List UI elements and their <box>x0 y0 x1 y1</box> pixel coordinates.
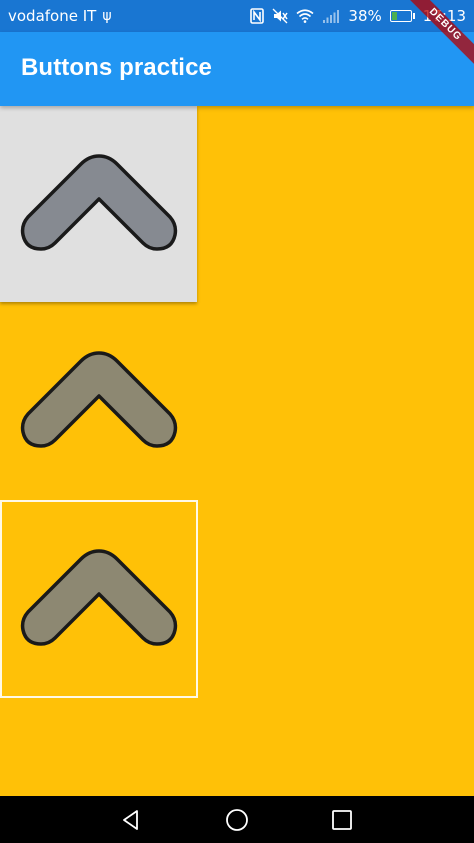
outline-chevron-button[interactable] <box>0 500 198 698</box>
buttons-area <box>0 106 474 796</box>
wifi-icon <box>296 9 314 23</box>
chevron-up-icon <box>20 549 178 646</box>
back-icon <box>123 809 138 830</box>
home-icon <box>226 808 248 831</box>
recents-button[interactable] <box>312 796 372 843</box>
chevron-up-icon <box>20 154 177 251</box>
system-nav-bar <box>0 796 474 843</box>
carrier-group: vodafone IT ψ <box>8 7 112 25</box>
debug-banner-label: DEBUG <box>404 0 474 69</box>
chevron-up-icon <box>20 351 177 448</box>
mute-icon <box>272 8 289 24</box>
debug-banner: DEBUG <box>404 0 474 70</box>
status-bar: vodafone IT ψ 38% <box>0 0 474 32</box>
home-button[interactable] <box>207 796 267 843</box>
battery-percent: 38% <box>348 7 382 25</box>
page-title: Buttons practice <box>21 54 212 81</box>
back-button[interactable] <box>101 796 161 843</box>
battery-level <box>391 12 398 20</box>
nfc-icon <box>250 8 265 24</box>
raised-chevron-button[interactable] <box>0 106 197 302</box>
recents-icon <box>332 809 352 830</box>
carrier-name: vodafone IT <box>8 7 97 25</box>
usb-icon: ψ <box>102 8 112 24</box>
flat-chevron-button[interactable] <box>0 303 197 499</box>
signal-icon <box>322 9 340 23</box>
app-bar: Buttons practice <box>0 32 474 106</box>
